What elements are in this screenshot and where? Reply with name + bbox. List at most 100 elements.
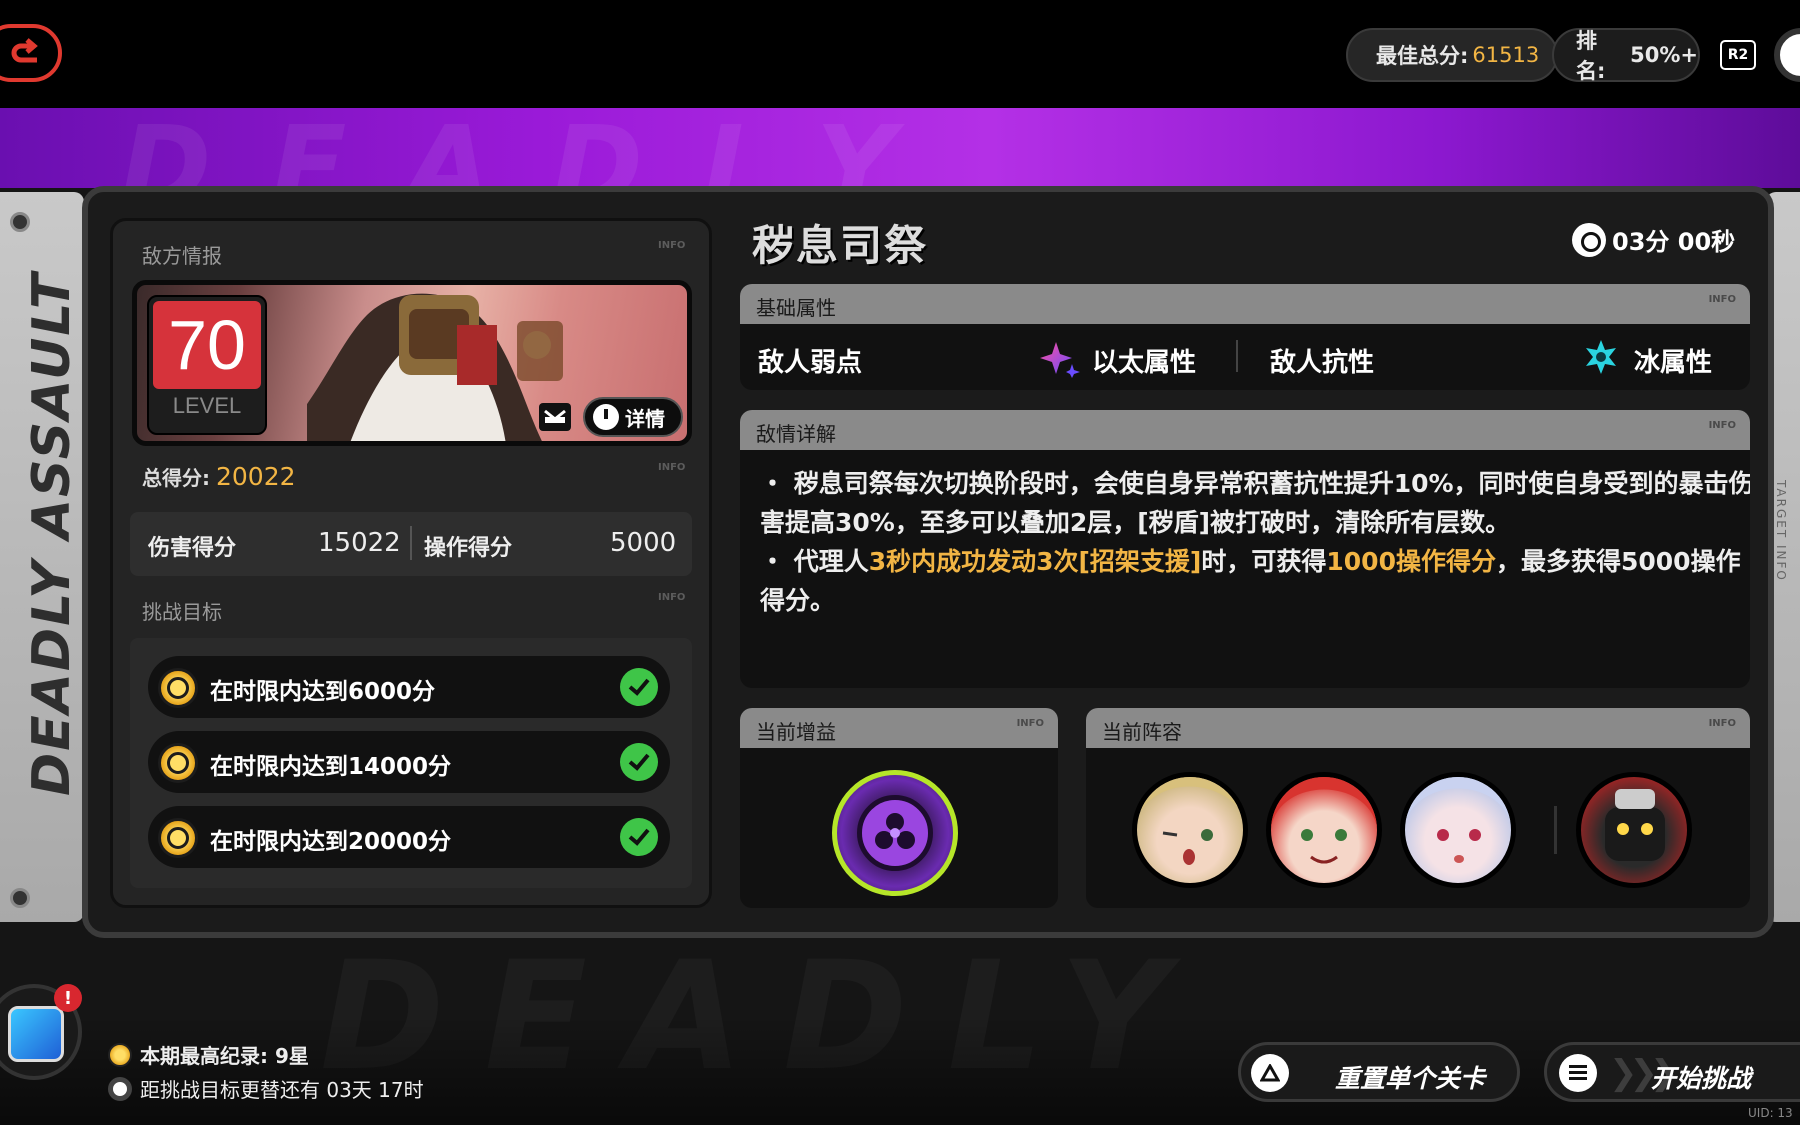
rail-logo-text: DEADLY ASSAULT — [22, 271, 82, 796]
detail-p2-highlight-1: 3秒内成功发动3次[招架支援] — [868, 547, 1202, 576]
title-banner: DEADLY — [0, 108, 1800, 188]
menu-lines-icon — [1559, 1054, 1597, 1092]
attributes-title: 基础属性 — [756, 296, 836, 320]
score-breakdown: 伤害得分 15022 操作得分 5000 — [130, 512, 692, 576]
detail-p2-highlight-2: 1000操作得分 — [1326, 547, 1496, 576]
enemy-card[interactable]: 70 LEVEL 详情 — [132, 280, 692, 446]
info-tag: INFO — [1708, 294, 1736, 305]
countdown-text: 距挑战目标更替还有 03天 17时 — [140, 1078, 424, 1102]
total-score-value: 20022 — [216, 462, 296, 491]
detail-p2-pre: ・ 代理人 — [760, 547, 869, 576]
r2-key-hint: R2 — [1720, 40, 1756, 70]
weakness-label: 敌人弱点 — [758, 348, 863, 378]
screw-icon — [10, 212, 30, 232]
action-score-label: 操作得分 — [424, 536, 513, 561]
agent-3-avatar[interactable] — [1400, 772, 1516, 888]
back-button[interactable] — [0, 24, 62, 82]
info-tag: INFO — [1016, 718, 1044, 729]
info-tag: INFO — [658, 592, 686, 603]
boss-name: 秽息司祭 — [752, 221, 929, 270]
best-record: 本期最高纪录: 9星 — [108, 1040, 309, 1069]
goal-item: 在时限内达到6000分 — [148, 656, 670, 718]
buff-title: 当前增益 — [756, 720, 836, 744]
detail-button-label: 详情 — [625, 406, 665, 431]
reset-stage-label: 重置单个关卡 — [1334, 1064, 1485, 1093]
buff-header: 当前增益 INFO — [740, 708, 1058, 748]
countdown: 距挑战目标更替还有 03天 17时 — [108, 1074, 424, 1103]
team-card: 当前阵容 INFO — [1086, 708, 1750, 908]
info-tag: INFO — [658, 462, 686, 473]
start-challenge-button[interactable]: ❯❯❯ 开始挑战 — [1544, 1042, 1800, 1102]
total-score: 总得分: 20022 — [142, 462, 296, 491]
menu-button[interactable] — [1774, 28, 1800, 82]
damage-score-value: 15022 — [318, 528, 401, 558]
details-text: ・ 秽息司祭每次切换阶段时，会使自身异常积蓄抗性提升10%，同时使自身受到的暴击… — [760, 464, 1750, 620]
best-score-value: 61513 — [1472, 43, 1540, 67]
agent-2-avatar[interactable] — [1266, 772, 1382, 888]
details-title: 敌情详解 — [756, 422, 836, 446]
top-bar: 最佳总分: 61513 排名: 50%+ R2 — [0, 0, 1800, 108]
details-header: 敌情详解 INFO — [740, 410, 1750, 450]
agent-1-avatar[interactable] — [1132, 772, 1248, 888]
buff-card: 当前增益 INFO — [740, 708, 1058, 908]
mail-icon[interactable] — [539, 403, 571, 431]
info-tag: INFO — [1708, 420, 1736, 431]
resist-label: 敌人抗性 — [1270, 348, 1375, 378]
details-card: 敌情详解 INFO ・ 秽息司祭每次切换阶段时，会使自身异常积蓄抗性提升10%，… — [740, 410, 1750, 688]
weakness-value: 以太属性 — [1092, 348, 1197, 378]
level-number: 70 — [153, 301, 261, 389]
alert-icon: ! — [54, 984, 82, 1012]
damage-score-label: 伤害得分 — [148, 536, 237, 561]
power-icon — [593, 404, 619, 430]
goals-list: 在时限内达到6000分 在时限内达到14000分 在时限内达到20000分 — [130, 638, 692, 888]
reset-stage-button[interactable]: 重置单个关卡 — [1238, 1042, 1520, 1102]
level-badge: 70 LEVEL — [147, 295, 267, 435]
goals-section-label: 挑战目标 — [142, 600, 222, 624]
rank-value: 50%+ — [1630, 43, 1698, 67]
clock-icon — [108, 1076, 132, 1101]
goal-item: 在时限内达到14000分 — [148, 731, 670, 793]
bangboo-avatar[interactable] — [1576, 772, 1692, 888]
check-icon — [620, 818, 658, 856]
enemy-portrait — [307, 293, 563, 441]
ice-star-icon — [1586, 340, 1616, 374]
banner-watermark: DEADLY — [120, 108, 956, 188]
goal-item: 在时限内达到20000分 — [148, 806, 670, 868]
goal-text: 在时限内达到6000分 — [210, 679, 436, 705]
divider — [1554, 806, 1557, 854]
time-limit-value: 03分 00秒 — [1612, 228, 1736, 256]
resist-value: 冰属性 — [1634, 348, 1713, 378]
detail-p2-mid: 时，可获得 — [1201, 547, 1327, 576]
attributes-card: 基础属性 INFO 敌人弱点 以太属性 敌人抗性 冰属性 — [740, 284, 1750, 390]
rank-label: 排名: — [1576, 29, 1606, 83]
check-icon — [620, 668, 658, 706]
team-title: 当前阵容 — [1102, 720, 1182, 744]
ether-buff-icon[interactable] — [832, 770, 958, 896]
star-coin-icon — [108, 1042, 132, 1067]
rank-pill[interactable]: 排名: 50%+ — [1552, 28, 1700, 83]
detail-paragraph-2: ・ 代理人3秒内成功发动3次[招架支援]时，可获得1000操作得分，最多获得50… — [760, 542, 1750, 620]
enemy-section-label: 敌方情报 — [142, 244, 222, 268]
divider — [410, 526, 412, 560]
best-score-pill: 最佳总分: 61513 — [1346, 28, 1558, 82]
right-rail-text: TARGET INFO — [1774, 480, 1788, 582]
level-label: LEVEL — [172, 393, 242, 418]
attributes-header: 基础属性 INFO — [740, 284, 1750, 324]
ether-sparkle-icon — [1040, 342, 1080, 378]
device-icon — [8, 1006, 64, 1062]
attributes-row: 敌人弱点 以太属性 敌人抗性 冰属性 — [740, 324, 1750, 388]
info-tag: INFO — [658, 240, 686, 251]
triangle-button-icon — [1251, 1054, 1289, 1092]
detail-button[interactable]: 详情 — [583, 397, 683, 437]
clock-icon — [1572, 222, 1606, 257]
team-header: 当前阵容 INFO — [1086, 708, 1750, 748]
divider — [1236, 340, 1238, 372]
buff-symbol — [857, 795, 933, 871]
info-tag: INFO — [1708, 718, 1736, 729]
action-score-value: 5000 — [610, 528, 677, 558]
goal-text: 在时限内达到20000分 — [210, 829, 452, 855]
check-icon — [620, 743, 658, 781]
screw-icon — [10, 888, 30, 908]
time-limit: 03分 00秒 — [1572, 222, 1735, 257]
bottom-bar — [0, 1016, 1800, 1125]
